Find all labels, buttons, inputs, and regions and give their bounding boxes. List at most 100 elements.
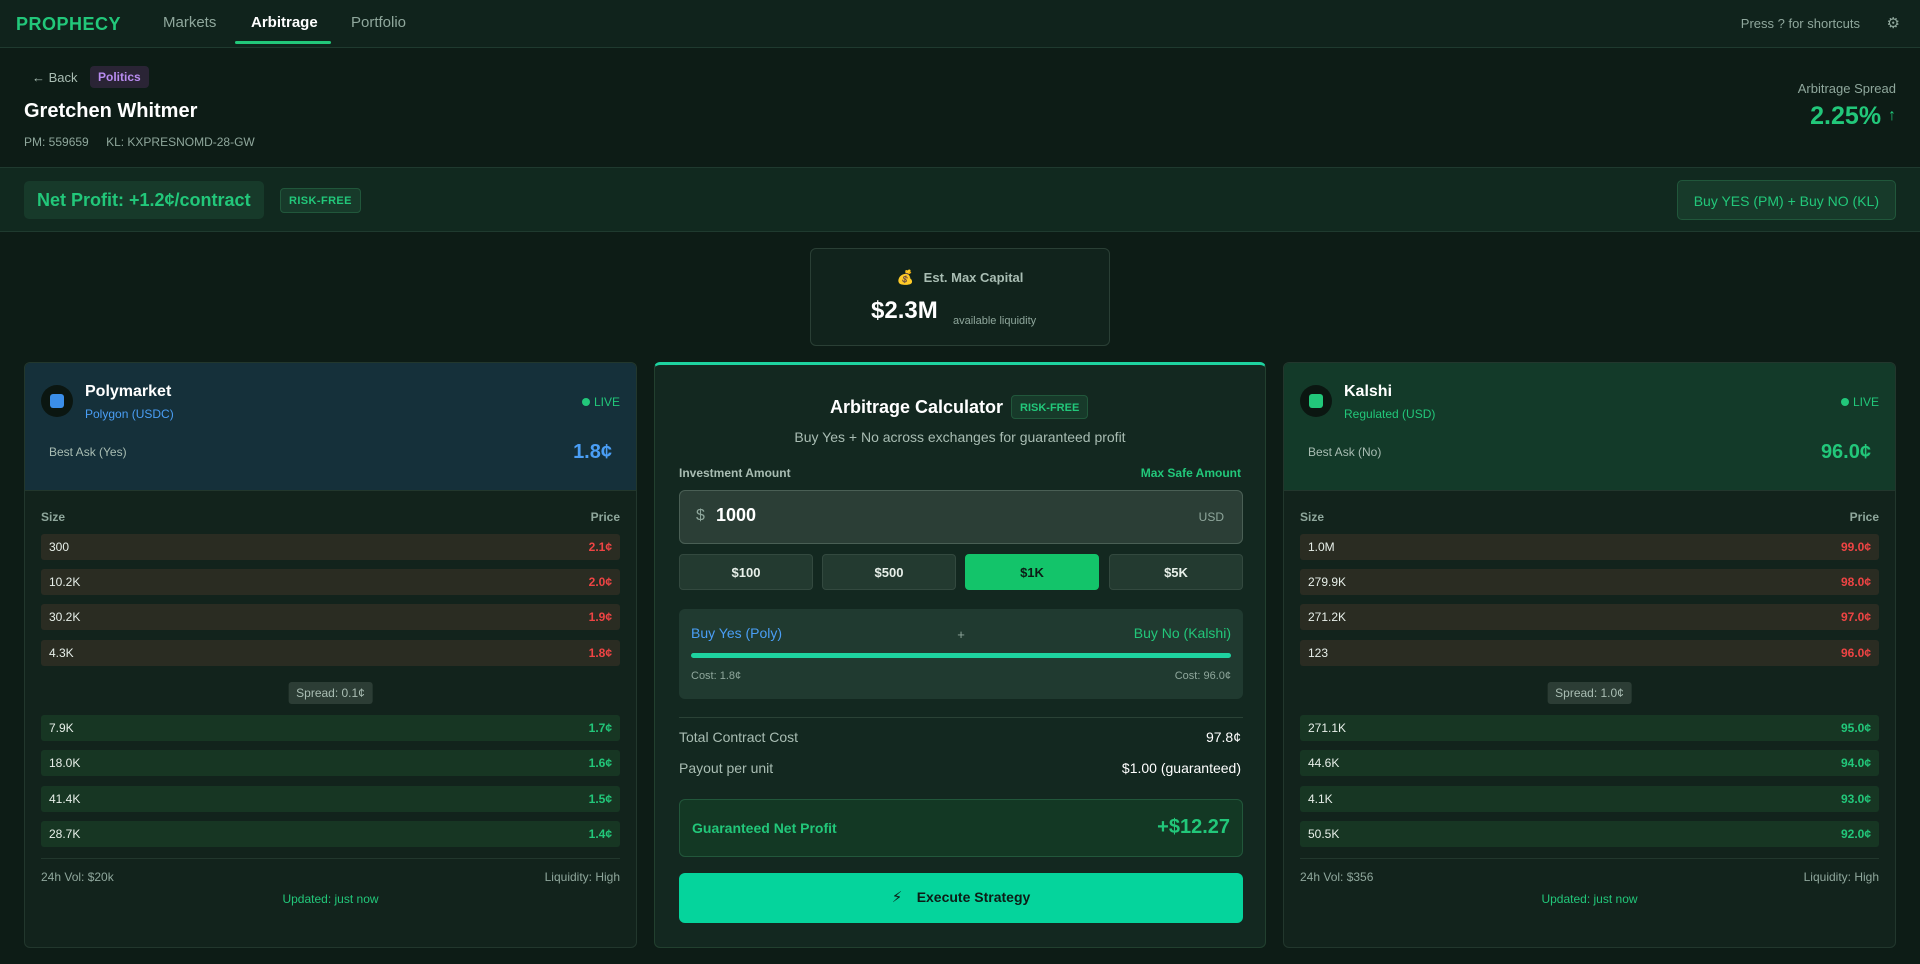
orderbook-spread: Spread: 1.0¢ xyxy=(1547,682,1632,704)
guaranteed-profit-value: +$12.27 xyxy=(1157,816,1230,838)
max-capital-title: Est. Max Capital xyxy=(923,270,1024,285)
orderbook-spread: Spread: 0.1¢ xyxy=(288,682,373,704)
investment-label: Investment Amount xyxy=(679,466,791,480)
kl-id: KL: KXPRESNOMD-28-GW xyxy=(106,135,255,149)
arrow-up-icon: ↑ xyxy=(1888,107,1896,124)
investment-input-box[interactable]: $ USD xyxy=(679,490,1243,544)
best-ask-value: 96.0¢ xyxy=(1820,441,1871,463)
live-dot-icon xyxy=(581,398,590,406)
volume-24h: 24h Vol: $20k xyxy=(41,870,114,884)
total-cost-value: 97.8¢ xyxy=(1205,729,1241,745)
bid-row[interactable]: 7.9K 1.7¢ xyxy=(41,715,620,741)
volume-24h: 24h Vol: $356 xyxy=(1300,870,1374,884)
polymarket-logo-icon xyxy=(41,385,73,417)
ask-row[interactable]: 123 96.0¢ xyxy=(1300,640,1879,666)
total-cost-label: Total Contract Cost xyxy=(679,729,799,745)
guaranteed-profit-label: Guaranteed Net Profit xyxy=(692,820,837,836)
net-profit-chip: Net Profit: +1.2¢/contract xyxy=(24,181,264,219)
currency-unit: USD xyxy=(1198,510,1224,524)
kalshi-logo-icon xyxy=(1300,385,1332,417)
execute-label: Execute Strategy xyxy=(916,889,1031,905)
moneybag-icon: 💰 xyxy=(896,269,915,285)
payout-value: $1.00 (guaranteed) xyxy=(1121,760,1241,776)
ask-row[interactable]: 300 2.1¢ xyxy=(41,534,620,560)
payout-label: Payout per unit xyxy=(679,760,774,776)
polymarket-header: Polymarket Polygon (USDC) LIVE Best Ask … xyxy=(25,363,636,491)
bid-row[interactable]: 50.5K 92.0¢ xyxy=(1300,821,1879,847)
pm-id: PM: 559659 xyxy=(24,135,89,149)
market-ids: PM: 559659 KL: KXPRESNOMD-28-GW xyxy=(24,135,269,149)
risk-free-badge: RISK-FREE xyxy=(280,188,361,213)
execute-strategy-button[interactable]: ⚡ Execute Strategy xyxy=(679,873,1243,923)
divider xyxy=(41,858,620,859)
tab-portfolio[interactable]: Portfolio xyxy=(351,14,406,31)
arbitrage-spread-label: Arbitrage Spread xyxy=(1797,81,1896,96)
dollar-sign: $ xyxy=(696,507,705,524)
liquidity: Liquidity: High xyxy=(1803,870,1879,884)
strategy-legs: Buy Yes (Poly) + Buy No (Kalshi) Cost: 1… xyxy=(679,609,1243,699)
ask-row[interactable]: 279.9K 98.0¢ xyxy=(1300,569,1879,595)
calculator-title: Arbitrage Calculator xyxy=(830,397,1004,417)
bid-row[interactable]: 28.7K 1.4¢ xyxy=(41,821,620,847)
category-badge: Politics xyxy=(90,66,149,88)
polymarket-panel: Polymarket Polygon (USDC) LIVE Best Ask … xyxy=(24,362,637,948)
kalshi-header: Kalshi Regulated (USD) LIVE Best Ask (No… xyxy=(1284,363,1895,491)
investment-input[interactable] xyxy=(716,505,1116,526)
max-safe-amount-link[interactable]: Max Safe Amount xyxy=(1141,466,1241,480)
tab-arbitrage[interactable]: Arbitrage xyxy=(251,14,318,31)
preset-500-button[interactable]: $500 xyxy=(822,554,956,590)
exchange-name: Kalshi xyxy=(1344,383,1393,400)
active-tab-indicator xyxy=(235,41,331,44)
bid-row[interactable]: 41.4K 1.5¢ xyxy=(41,786,620,812)
arbitrage-calculator: Arbitrage Calculator RISK-FREE Buy Yes +… xyxy=(654,362,1266,948)
ask-row[interactable]: 271.2K 97.0¢ xyxy=(1300,604,1879,630)
preset-5k-button[interactable]: $5K xyxy=(1109,554,1243,590)
bid-row[interactable]: 18.0K 1.6¢ xyxy=(41,750,620,776)
best-ask-value: 1.8¢ xyxy=(573,441,612,463)
strategy-button[interactable]: Buy YES (PM) + Buy NO (KL) xyxy=(1676,180,1896,220)
ask-row[interactable]: 30.2K 1.9¢ xyxy=(41,604,620,630)
live-indicator: LIVE xyxy=(1840,395,1879,409)
live-dot-icon xyxy=(1840,398,1849,406)
exchange-network: Polygon (USDC) xyxy=(85,407,174,421)
profit-banner: Net Profit: +1.2¢/contract RISK-FREE Buy… xyxy=(0,167,1920,232)
column-header-size: Size xyxy=(41,510,66,524)
live-indicator: LIVE xyxy=(581,395,620,409)
column-header-price: Price xyxy=(590,510,620,524)
best-ask-label: Best Ask (Yes) xyxy=(49,445,127,459)
arbitrage-spread-value: 2.25% ↑ xyxy=(1810,102,1896,130)
kalshi-panel: Kalshi Regulated (USD) LIVE Best Ask (No… xyxy=(1283,362,1896,948)
best-ask-label: Best Ask (No) xyxy=(1308,445,1382,459)
leg-buy-no: Buy No (Kalshi) xyxy=(1133,625,1231,641)
top-nav: PROPHECY Markets Arbitrage Portfolio Pre… xyxy=(0,0,1920,48)
exchange-network: Regulated (USD) xyxy=(1344,407,1436,421)
guaranteed-profit-box: Guaranteed Net Profit +$12.27 xyxy=(679,799,1243,857)
shortcuts-hint: Press ? for shortcuts xyxy=(1740,16,1860,31)
risk-free-badge: RISK-FREE xyxy=(1011,395,1089,419)
lightning-icon: ⚡ xyxy=(891,889,903,906)
max-capital-value: $2.3M xyxy=(871,297,938,324)
bid-row[interactable]: 4.1K 93.0¢ xyxy=(1300,786,1879,812)
divider xyxy=(679,717,1243,718)
cost-yes: Cost: 1.8¢ xyxy=(691,670,742,682)
tab-markets[interactable]: Markets xyxy=(163,14,216,31)
max-capital-card: 💰 Est. Max Capital $2.3M available liqui… xyxy=(810,248,1110,346)
bid-row[interactable]: 271.1K 95.0¢ xyxy=(1300,715,1879,741)
ask-row[interactable]: 10.2K 2.0¢ xyxy=(41,569,620,595)
calculator-subtitle: Buy Yes + No across exchanges for guaran… xyxy=(794,429,1126,445)
column-header-size: Size xyxy=(1300,510,1325,524)
updated-status: Updated: just now xyxy=(282,892,379,906)
back-button[interactable]: ← Back xyxy=(32,70,78,85)
gear-icon[interactable]: ⚙ xyxy=(1887,14,1900,32)
ask-row[interactable]: 1.0M 99.0¢ xyxy=(1300,534,1879,560)
bid-row[interactable]: 44.6K 94.0¢ xyxy=(1300,750,1879,776)
preset-100-button[interactable]: $100 xyxy=(679,554,813,590)
preset-1k-button[interactable]: $1K xyxy=(965,554,1099,590)
exchange-name: Polymarket xyxy=(85,383,172,400)
updated-status: Updated: just now xyxy=(1541,892,1638,906)
legs-bar xyxy=(691,653,1231,658)
page-title: Gretchen Whitmer xyxy=(24,100,198,122)
divider xyxy=(1300,858,1879,859)
logo[interactable]: PROPHECY xyxy=(16,14,121,35)
ask-row[interactable]: 4.3K 1.8¢ xyxy=(41,640,620,666)
